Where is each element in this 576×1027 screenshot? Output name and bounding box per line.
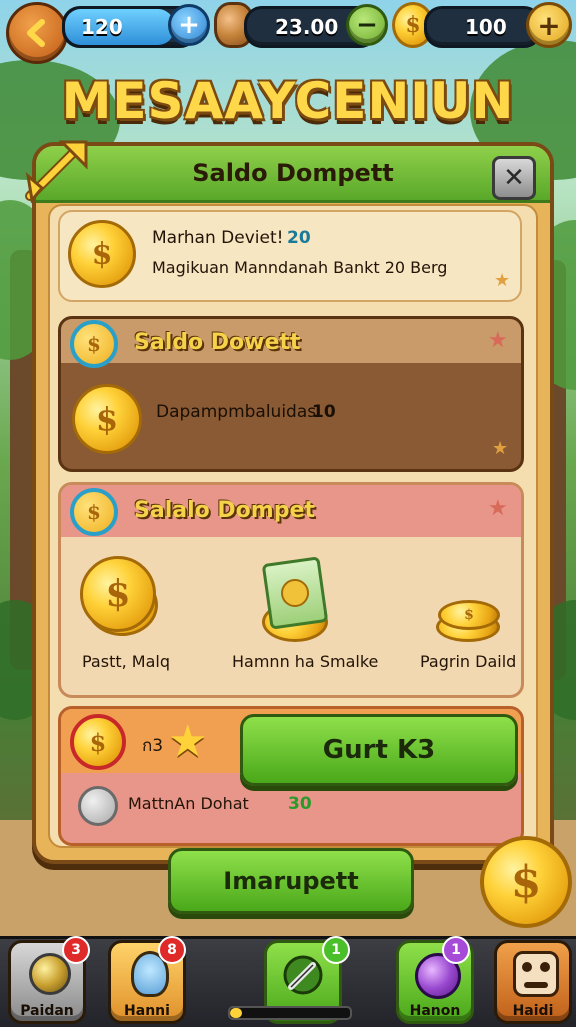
nav-label: Haidi bbox=[512, 1003, 554, 1019]
gold-star-icon: ★ bbox=[168, 716, 208, 767]
nav-label: Hanni bbox=[124, 1003, 170, 1019]
gold-bar: 100 bbox=[424, 6, 542, 48]
progress-bar bbox=[228, 1006, 352, 1020]
info-line-2: Magikuan Manndanah Bankt 20 Berg bbox=[152, 258, 448, 277]
notification-badge: 1 bbox=[442, 936, 470, 964]
reward-prefix: ก3 bbox=[142, 736, 164, 756]
back-button[interactable] bbox=[6, 2, 68, 64]
add-gems-button[interactable]: + bbox=[168, 4, 210, 46]
notification-badge: 8 bbox=[158, 936, 186, 964]
option-label: Pastt, Malq bbox=[82, 652, 170, 671]
notification-badge: 3 bbox=[62, 936, 90, 964]
option-label: Hamnn ha Smalke bbox=[232, 652, 379, 671]
star-icon: ★ bbox=[488, 328, 508, 353]
arrow-emblem-icon bbox=[25, 140, 88, 204]
silver-coin-icon bbox=[78, 786, 118, 826]
star-icon: ★ bbox=[494, 270, 511, 291]
reward-value: 30 bbox=[288, 794, 312, 814]
wallet-options-title: Salalo Dompet bbox=[134, 498, 315, 523]
info-line-1-value: 20 bbox=[287, 228, 311, 248]
profile-icon bbox=[513, 951, 559, 997]
coin-pile-icon: $ bbox=[438, 600, 500, 630]
game-title: MESAAYCENIUN bbox=[61, 72, 515, 130]
teal-coin-icon: $ bbox=[70, 320, 118, 368]
balance-section-title: Saldo Dowett bbox=[134, 330, 301, 355]
remove-coins-button[interactable]: − bbox=[346, 4, 388, 46]
dollar-coin-icon: $ bbox=[68, 220, 136, 288]
balance-section-text: Dapampmbaluidas bbox=[156, 402, 317, 422]
wallet-action-button[interactable]: Imarupett bbox=[168, 848, 414, 914]
teal-coin-icon: $ bbox=[70, 488, 118, 536]
star-icon: ★ bbox=[488, 496, 508, 521]
dollar-coin-icon: $ bbox=[72, 384, 142, 454]
nav-item-haidi[interactable]: Haidi bbox=[494, 940, 572, 1024]
claim-button[interactable]: Gurt K3 bbox=[240, 714, 518, 786]
nav-label: Hanon bbox=[409, 1003, 461, 1019]
coin-stack-icon: $ bbox=[80, 556, 156, 632]
plus-icon: + bbox=[537, 8, 561, 42]
coins-value: 23.00 bbox=[275, 15, 339, 39]
option-label: Pagrin Daild bbox=[420, 652, 517, 671]
nav-label: Paidan bbox=[20, 1003, 74, 1019]
gems-value: 120 bbox=[81, 15, 123, 39]
chevron-left-icon bbox=[27, 19, 45, 47]
notification-badge: 1 bbox=[322, 936, 350, 964]
progress-bar-fill bbox=[230, 1008, 242, 1018]
panel-title: Saldo Dompett bbox=[192, 159, 394, 187]
info-line-1: Marhan Deviet! bbox=[152, 228, 284, 248]
reward-text: MattnAn Dohat bbox=[128, 794, 249, 813]
banknote-icon bbox=[261, 556, 329, 630]
gold-value: 100 bbox=[465, 15, 507, 39]
close-icon: ✕ bbox=[503, 163, 525, 193]
close-button[interactable]: ✕ bbox=[492, 156, 536, 200]
sword-icon bbox=[283, 955, 323, 995]
balance-section-value: 10 bbox=[312, 402, 336, 422]
red-coin-icon: $ bbox=[70, 714, 126, 770]
add-gold-button[interactable]: + bbox=[526, 2, 572, 48]
star-icon: ★ bbox=[492, 438, 509, 459]
big-dollar-coin-icon: $ bbox=[480, 836, 572, 928]
minus-icon: − bbox=[356, 10, 378, 40]
plus-icon: + bbox=[178, 10, 200, 40]
